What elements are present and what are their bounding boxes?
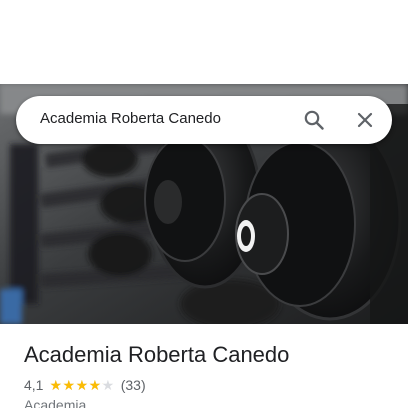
star-rating: ★★★★★ ★★★★★ bbox=[49, 378, 114, 392]
map-top-area bbox=[0, 0, 408, 84]
close-icon[interactable] bbox=[353, 108, 377, 132]
star-rating-filled: ★★★★★ bbox=[49, 378, 103, 392]
rating-row[interactable]: 4,1 ★★★★★ ★★★★★ (33) bbox=[24, 376, 146, 394]
place-title: Academia Roberta Canedo bbox=[24, 342, 290, 367]
search-bar[interactable]: Academia Roberta Canedo bbox=[16, 96, 392, 144]
search-icon[interactable] bbox=[302, 108, 326, 132]
place-category: Academia bbox=[24, 397, 87, 408]
review-count[interactable]: (33) bbox=[121, 377, 146, 393]
search-input[interactable]: Academia Roberta Canedo bbox=[40, 110, 221, 127]
rating-value: 4,1 bbox=[24, 377, 44, 393]
